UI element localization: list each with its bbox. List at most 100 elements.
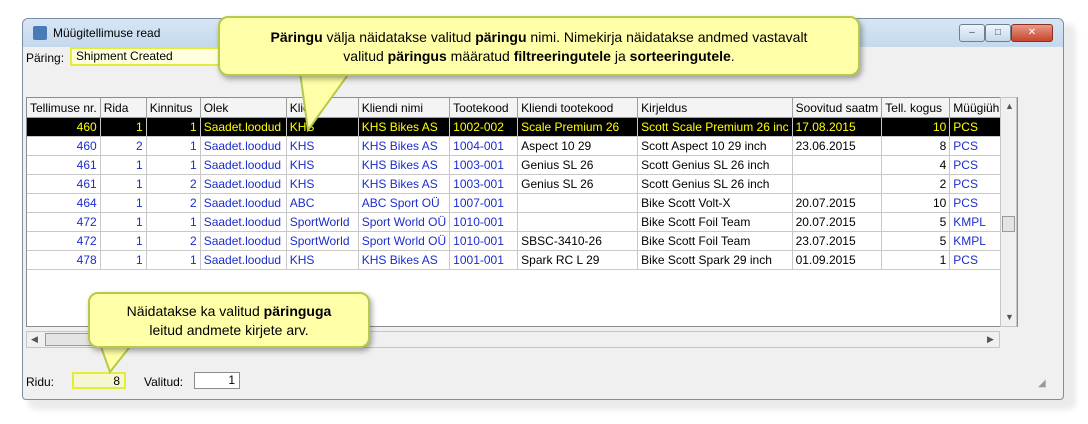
table-cell: 1 bbox=[100, 193, 147, 213]
table-cell: 464 bbox=[27, 193, 101, 213]
table-cell: 1003-001 bbox=[449, 174, 519, 194]
table-cell: 1 bbox=[146, 155, 201, 175]
table-cell: Saadet.loodud bbox=[200, 155, 287, 175]
vertical-scroll-thumb[interactable] bbox=[1002, 216, 1015, 232]
table-row[interactable]: 478 1 1 Saadet.loodud KHS KHS Bikes AS 1001-00… bbox=[27, 250, 1015, 270]
scroll-up-icon[interactable]: ▲ bbox=[1005, 101, 1014, 111]
table-cell: KHS Bikes AS bbox=[358, 155, 451, 175]
table-row[interactable]: 472 1 2 Saadet.loodud SportWorld Sport World … bbox=[27, 231, 1015, 251]
scroll-down-icon[interactable]: ▼ bbox=[1005, 312, 1014, 322]
table-cell: 10 bbox=[881, 193, 951, 213]
callout-bottom-pointer bbox=[98, 344, 134, 374]
table-cell: 1 bbox=[100, 155, 147, 175]
table-cell bbox=[792, 155, 883, 175]
table-cell: Scale Premium 26 bbox=[517, 117, 639, 137]
table-cell: 2 bbox=[100, 136, 147, 156]
table-cell: Bike Scott Volt-X bbox=[637, 193, 793, 213]
table-cell: 1010-001 bbox=[449, 212, 519, 232]
table-cell: 8 bbox=[881, 136, 951, 156]
table-cell: 472 bbox=[27, 212, 101, 232]
column-header[interactable]: Kinnitus bbox=[146, 98, 201, 118]
column-header[interactable]: Kliendi nimi bbox=[358, 98, 451, 118]
table-cell: KHS bbox=[286, 136, 359, 156]
table-cell: Genius SL 26 bbox=[517, 174, 639, 194]
resize-grip-icon[interactable]: ◢ bbox=[1038, 378, 1050, 390]
maximize-button[interactable]: □ bbox=[985, 24, 1011, 42]
table-row[interactable]: 464 1 2 Saadet.loodud ABC ABC Sport OÜ 1007-00… bbox=[27, 193, 1015, 213]
callout-top-line-1: Päringu välja näidatakse valitud päringu… bbox=[270, 29, 808, 45]
vertical-scrollbar[interactable]: ▲ ▼ bbox=[1000, 97, 1017, 327]
table-cell: 4 bbox=[881, 155, 951, 175]
column-header[interactable]: Kirjeldus bbox=[637, 98, 793, 118]
column-header[interactable]: Soovitud saatm bbox=[792, 98, 883, 118]
table-row[interactable]: 472 1 1 Saadet.loodud SportWorld Sport World … bbox=[27, 212, 1015, 232]
table-cell: Scott Scale Premium 26 inc bbox=[637, 117, 793, 137]
table-cell: Saadet.loodud bbox=[200, 136, 287, 156]
table-cell: KHS Bikes AS bbox=[358, 250, 451, 270]
column-header[interactable]: Tootekood bbox=[449, 98, 519, 118]
scroll-right-icon[interactable]: ▶ bbox=[987, 334, 994, 345]
table-cell: 2 bbox=[881, 174, 951, 194]
column-header[interactable]: Olek bbox=[200, 98, 287, 118]
table-cell: 1001-001 bbox=[449, 250, 519, 270]
table-cell: 1 bbox=[146, 117, 201, 137]
table-cell: 478 bbox=[27, 250, 101, 270]
table-cell: 01.09.2015 bbox=[792, 250, 883, 270]
table-cell: 5 bbox=[881, 231, 951, 251]
rows-count-value: 8 bbox=[72, 372, 126, 389]
table-cell: KHS Bikes AS bbox=[358, 136, 451, 156]
table-cell: 1 bbox=[146, 212, 201, 232]
table-cell: 2 bbox=[146, 231, 201, 251]
callout-top: Päringu välja näidatakse valitud päringu… bbox=[218, 16, 860, 76]
query-field[interactable]: Shipment Created bbox=[70, 47, 220, 66]
table-row[interactable]: 460 2 1 Saadet.loodud KHS KHS Bikes AS 1004-00… bbox=[27, 136, 1015, 156]
table-cell: Saadet.loodud bbox=[200, 174, 287, 194]
table-cell: Sport World OÜ bbox=[358, 212, 451, 232]
table-cell: KHS Bikes AS bbox=[358, 117, 451, 137]
table-row[interactable]: 461 1 2 Saadet.loodud KHS KHS Bikes AS 1003-00… bbox=[27, 174, 1015, 194]
table-cell: 20.07.2015 bbox=[792, 212, 883, 232]
table-cell: Bike Scott Spark 29 inch bbox=[637, 250, 793, 270]
table-cell bbox=[792, 174, 883, 194]
table-cell: Genius SL 26 bbox=[517, 155, 639, 175]
table-cell: Bike Scott Foil Team bbox=[637, 212, 793, 232]
table-cell: Scott Genius SL 26 inch bbox=[637, 174, 793, 194]
table-cell: Saadet.loodud bbox=[200, 231, 287, 251]
table-cell: 1 bbox=[100, 250, 147, 270]
table-cell: 1 bbox=[100, 174, 147, 194]
table-cell: 1 bbox=[146, 136, 201, 156]
table-cell bbox=[517, 193, 639, 213]
table-cell: 1010-001 bbox=[449, 231, 519, 251]
table-cell: 17.08.2015 bbox=[792, 117, 883, 137]
table-body: 460 1 1 Saadet.loodud KHS KHS Bikes AS 1002-00… bbox=[27, 117, 1015, 270]
column-header[interactable]: Tellimuse nr. bbox=[27, 98, 101, 118]
column-header[interactable]: Kliendi tootekood bbox=[517, 98, 639, 118]
table-cell: KHS Bikes AS bbox=[358, 174, 451, 194]
scroll-left-icon[interactable]: ◀ bbox=[31, 334, 38, 345]
table-cell: Saadet.loodud bbox=[200, 212, 287, 232]
table-cell: KHS bbox=[286, 250, 359, 270]
table-cell: 1 bbox=[100, 212, 147, 232]
table-cell: KHS bbox=[286, 155, 359, 175]
table-cell: 1 bbox=[146, 250, 201, 270]
minimize-button[interactable]: – bbox=[959, 24, 985, 42]
table-cell: 472 bbox=[27, 231, 101, 251]
table-cell: 460 bbox=[27, 136, 101, 156]
table-cell: 461 bbox=[27, 174, 101, 194]
table-row[interactable]: 461 1 1 Saadet.loodud KHS KHS Bikes AS 1003-00… bbox=[27, 155, 1015, 175]
table-row[interactable]: 460 1 1 Saadet.loodud KHS KHS Bikes AS 1002-00… bbox=[27, 117, 1015, 137]
table-cell: Bike Scott Foil Team bbox=[637, 231, 793, 251]
column-header[interactable]: Tell. kogus bbox=[881, 98, 951, 118]
callout-bottom-line-2: leitud andmete kirjete arv. bbox=[149, 322, 309, 338]
table-cell: ABC Sport OÜ bbox=[358, 193, 451, 213]
table-cell bbox=[517, 212, 639, 232]
close-button[interactable]: ✕ bbox=[1011, 24, 1053, 42]
table-cell: SportWorld bbox=[286, 231, 359, 251]
table-cell: SBSC-3410-26 bbox=[517, 231, 639, 251]
table-cell: Scott Genius SL 26 inch bbox=[637, 155, 793, 175]
table-cell: Saadet.loodud bbox=[200, 117, 287, 137]
table-cell: Scott Aspect 10 29 inch bbox=[637, 136, 793, 156]
column-header[interactable]: Rida bbox=[100, 98, 147, 118]
table-cell: Saadet.loodud bbox=[200, 250, 287, 270]
table-cell: ABC bbox=[286, 193, 359, 213]
